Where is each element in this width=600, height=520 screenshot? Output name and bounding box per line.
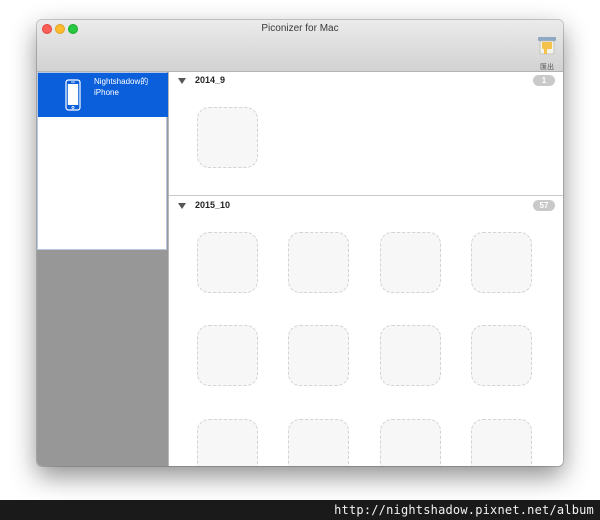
- sidebar: Nightshadow的 iPhone: [37, 72, 168, 466]
- icon-placeholder-tile[interactable]: [197, 325, 258, 386]
- icon-placeholder-tile[interactable]: [197, 419, 258, 466]
- device-list: Nightshadow的 iPhone: [37, 72, 168, 250]
- icon-placeholder-tile[interactable]: [471, 325, 532, 386]
- icon-placeholder-tile[interactable]: [471, 232, 532, 293]
- app-window: Piconizer for Mac 匯出 Nightshadow的 iPhone…: [37, 20, 563, 466]
- section-header-2015-10: 2015_10 57: [169, 197, 563, 217]
- icon-placeholder-tile[interactable]: [471, 419, 532, 466]
- watermark-text: http://nightshadow.pixnet.net/album: [334, 503, 594, 517]
- watermark-bar: http://nightshadow.pixnet.net/album: [0, 500, 600, 520]
- window-title: Piconizer for Mac: [261, 23, 339, 34]
- section-divider: [169, 195, 563, 196]
- icon-placeholder-tile[interactable]: [380, 419, 441, 466]
- icon-placeholder-tile[interactable]: [288, 419, 349, 466]
- icon-placeholder-tile[interactable]: [288, 232, 349, 293]
- count-badge: 1: [533, 75, 555, 86]
- export-icon: [537, 36, 557, 61]
- section-title: 2014_9: [195, 75, 226, 85]
- device-name: Nightshadow的 iPhone: [94, 77, 149, 97]
- icon-placeholder-tile[interactable]: [380, 325, 441, 386]
- icon-placeholder-tile[interactable]: [197, 107, 258, 168]
- icon-placeholder-tile[interactable]: [197, 232, 258, 293]
- disclosure-triangle-icon[interactable]: [178, 78, 186, 84]
- section-title: 2015_10: [195, 200, 231, 210]
- disclosure-triangle-icon[interactable]: [178, 203, 186, 209]
- icon-placeholder-tile[interactable]: [380, 232, 441, 293]
- titlebar: Piconizer for Mac 匯出: [37, 20, 563, 72]
- export-label: 匯出: [540, 64, 554, 71]
- icon-placeholder-tile[interactable]: [288, 325, 349, 386]
- iphone-icon: [65, 79, 81, 116]
- export-button[interactable]: 匯出: [536, 36, 558, 71]
- section-header-2014-9: 2014_9 1: [169, 72, 563, 92]
- device-item-iphone[interactable]: Nightshadow的 iPhone: [38, 73, 168, 117]
- count-badge: 57: [533, 200, 555, 211]
- icon-browser: 2014_9 1 2015_10 57: [169, 72, 563, 466]
